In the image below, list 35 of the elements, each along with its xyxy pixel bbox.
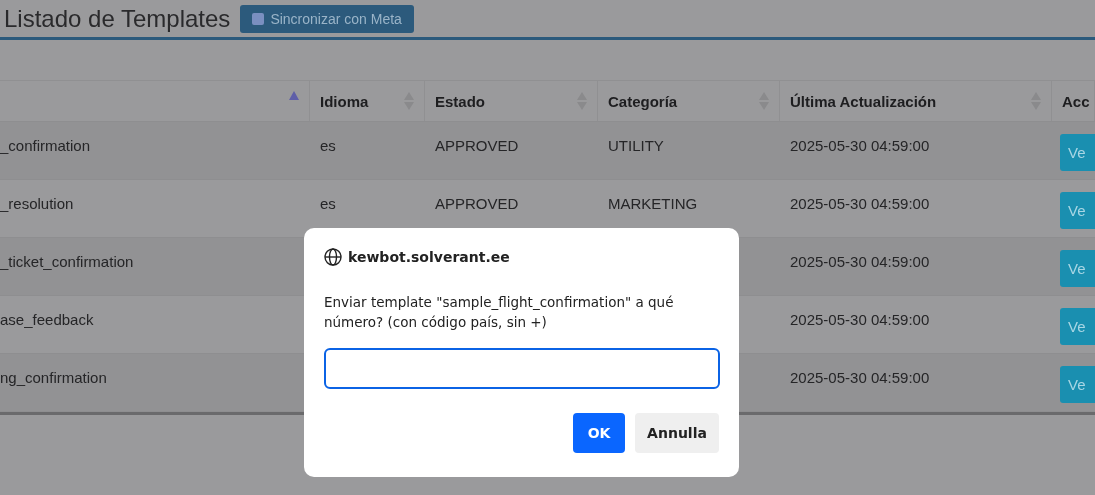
view-button[interactable]: Ve <box>1060 308 1095 345</box>
table-cell: MARKETING <box>608 195 698 212</box>
table-cell: 2025-05-30 04:59:00 <box>790 137 930 154</box>
dialog-origin: kewbot.solverant.ee <box>348 249 510 265</box>
column-header[interactable]: Acc <box>1062 92 1090 110</box>
input-field[interactable] <box>324 348 720 389</box>
page-title: Listado de Templates <box>4 4 231 33</box>
view-button[interactable]: Ve <box>1060 250 1095 287</box>
column-header[interactable]: Estado <box>435 92 485 110</box>
view-button[interactable]: Ve <box>1060 192 1095 229</box>
table-cell: 2025-05-30 04:59:00 <box>790 369 930 386</box>
table-cell: 2025-05-30 04:59:00 <box>790 195 930 212</box>
sync-button[interactable]: Sincronizar con Meta <box>240 4 414 33</box>
table-cell: _ticket_confirmation <box>0 253 134 270</box>
table-cell: _confirmation <box>0 137 91 154</box>
table-cell: ase_feedback <box>0 311 94 328</box>
table-cell: _resolution <box>0 195 74 212</box>
view-button[interactable]: Ve <box>1060 134 1095 171</box>
table-cell: es <box>320 137 336 154</box>
table-cell: es <box>320 195 336 212</box>
view-button[interactable]: Ve <box>1060 366 1095 403</box>
table-cell: APPROVED <box>435 195 519 212</box>
dialog-message: Enviar template "sample_flight_confirmation" a qué número? (con código país, sin +) <box>324 293 675 332</box>
globe-icon <box>324 248 342 266</box>
table-cell: ng_confirmation <box>0 369 107 386</box>
table-cell: APPROVED <box>435 137 519 154</box>
cancel-button[interactable]: Annulla <box>635 413 719 453</box>
table-cell: 2025-05-30 04:59:00 <box>790 311 930 328</box>
table-cell: 2025-05-30 04:59:00 <box>790 253 930 270</box>
sync-icon <box>252 12 265 25</box>
column-header[interactable]: Última Actualización <box>790 92 937 110</box>
column-header[interactable]: Categoría <box>608 92 678 110</box>
column-header[interactable]: Idioma <box>320 92 369 110</box>
table-cell: UTILITY <box>608 137 664 154</box>
ok-button[interactable]: OK <box>573 413 625 453</box>
